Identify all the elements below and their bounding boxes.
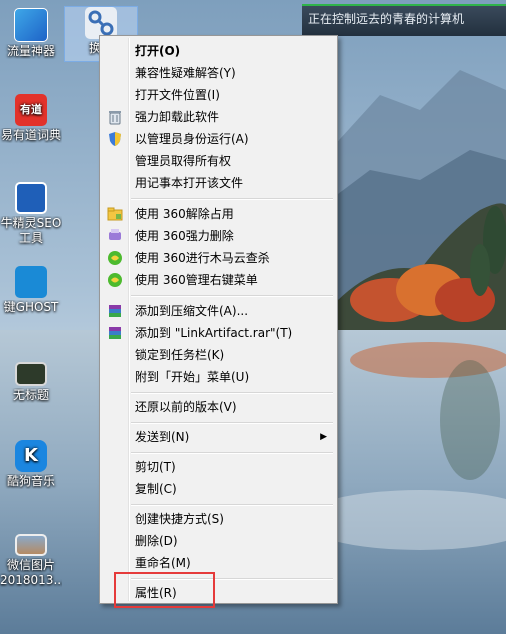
menu-item-label: 删除(D) xyxy=(135,534,178,548)
menu-item-label: 锁定到任务栏(K) xyxy=(135,348,225,362)
menu-item-compatibility[interactable]: 兼容性疑难解答(Y) xyxy=(102,62,335,84)
youdao-dict-icon: 有道 xyxy=(15,94,47,126)
context-menu: 打开(O) 兼容性疑难解答(Y) 打开文件位置(I) 强力卸载此软件 以管理员身… xyxy=(99,35,338,604)
ghost-icon xyxy=(15,266,47,298)
menu-item-label: 管理员取得所有权 xyxy=(135,154,232,168)
menu-item-add-to-archive[interactable]: 添加到压缩文件(A)... xyxy=(102,300,335,322)
desktop-icon-traffic-tool[interactable]: 流量神器 xyxy=(0,8,62,59)
menu-item-label: 打开文件位置(I) xyxy=(135,88,220,102)
360-security-icon xyxy=(108,251,122,265)
kugou-music-icon: K xyxy=(15,440,47,472)
desktop-icon-youdao[interactable]: 有道 易有道词典 xyxy=(0,94,62,143)
desktop-icon-label: 微信图片 xyxy=(6,558,55,572)
menu-item-360-manage-menu[interactable]: 使用 360管理右键菜单 xyxy=(102,269,335,291)
menu-item-pin-taskbar[interactable]: 锁定到任务栏(K) xyxy=(102,344,335,366)
menu-item-label: 发送到(N) xyxy=(135,430,190,444)
menu-item-rename[interactable]: 重命名(M) xyxy=(102,552,335,574)
menu-item-copy[interactable]: 复制(C) xyxy=(102,478,335,500)
menu-item-label: 使用 360管理右键菜单 xyxy=(135,273,258,287)
desktop-icon-label: 无标题 xyxy=(12,388,49,402)
menu-item-label: 附到「开始」菜单(U) xyxy=(135,370,250,384)
seo-tool-icon xyxy=(15,182,47,214)
360-security-icon xyxy=(108,273,122,287)
menu-item-label: 添加到 "LinkArtifact.rar"(T) xyxy=(135,326,293,340)
menu-item-label: 使用 360强力删除 xyxy=(135,229,234,243)
menu-item-360-force-delete[interactable]: 使用 360强力删除 xyxy=(102,225,335,247)
menu-item-pin-start[interactable]: 附到「开始」菜单(U) xyxy=(102,366,335,388)
menu-item-360-trojan-scan[interactable]: 使用 360进行木马云查杀 xyxy=(102,247,335,269)
menu-item-label: 重命名(M) xyxy=(135,556,191,570)
menu-separator xyxy=(131,578,333,580)
desktop-icon-untitled[interactable]: 无标题 xyxy=(0,358,62,403)
menu-separator xyxy=(131,392,333,394)
folder-lock-icon xyxy=(107,207,123,221)
menu-item-360-unlock[interactable]: 使用 360解除占用 xyxy=(102,203,335,225)
menu-item-label: 复制(C) xyxy=(135,482,177,496)
shredder-icon xyxy=(109,229,121,240)
menu-item-properties[interactable]: 属性(R) xyxy=(102,582,335,604)
video-file-icon xyxy=(15,362,47,386)
menu-item-label: 用记事本打开该文件 xyxy=(135,176,244,190)
desktop-icon-label: 2018013... xyxy=(0,573,62,587)
menu-item-take-ownership[interactable]: 管理员取得所有权 xyxy=(102,150,335,172)
uac-shield-icon xyxy=(109,132,121,146)
menu-item-label: 添加到压缩文件(A)... xyxy=(135,304,249,318)
notification-text: 正在控制远去的青春的计算机 xyxy=(308,12,465,26)
winrar-icon xyxy=(109,327,121,339)
menu-separator xyxy=(131,198,333,200)
desktop-icon-label: 酷狗音乐 xyxy=(6,474,55,488)
menu-item-restore-previous[interactable]: 还原以前的版本(V) xyxy=(102,396,335,418)
desktop-icon-label: 键GHOST xyxy=(3,300,59,314)
desktop-icon-label: 易有道词典 xyxy=(0,128,61,142)
menu-separator xyxy=(131,422,333,424)
image-file-icon xyxy=(15,534,47,556)
desktop-icon-ghost[interactable]: 键GHOST xyxy=(0,266,62,315)
submenu-arrow-icon: ▶ xyxy=(320,432,327,442)
menu-item-send-to[interactable]: 发送到(N) ▶ xyxy=(102,426,335,448)
menu-separator xyxy=(131,504,333,506)
desktop-icon-kugou[interactable]: K 酷狗音乐 xyxy=(0,440,62,489)
winrar-icon xyxy=(109,305,121,317)
menu-item-label: 属性(R) xyxy=(135,586,177,600)
remote-control-notification: 正在控制远去的青春的计算机 xyxy=(302,4,506,36)
menu-item-label: 还原以前的版本(V) xyxy=(135,400,237,414)
menu-item-delete[interactable]: 删除(D) xyxy=(102,530,335,552)
desktop-icon-wechat-image[interactable]: 微信图片 2018013... xyxy=(0,534,62,588)
traffic-tool-icon xyxy=(14,8,48,42)
menu-item-label: 使用 360进行木马云查杀 xyxy=(135,251,270,265)
menu-item-label: 剪切(T) xyxy=(135,460,176,474)
desktop-icon-label: 工具 xyxy=(18,231,43,245)
menu-separator xyxy=(131,452,333,454)
menu-item-label: 创建快捷方式(S) xyxy=(135,512,224,526)
trash-icon xyxy=(109,111,121,125)
menu-item-open-location[interactable]: 打开文件位置(I) xyxy=(102,84,335,106)
menu-item-add-to-rar[interactable]: 添加到 "LinkArtifact.rar"(T) xyxy=(102,322,335,344)
menu-item-label: 兼容性疑难解答(Y) xyxy=(135,66,236,80)
desktop-icon-label: 流量神器 xyxy=(6,44,55,58)
menu-item-label: 打开(O) xyxy=(135,44,181,58)
menu-item-label: 使用 360解除占用 xyxy=(135,207,234,221)
menu-item-force-uninstall[interactable]: 强力卸载此软件 xyxy=(102,106,335,128)
menu-item-run-as-admin[interactable]: 以管理员身份运行(A) xyxy=(102,128,335,150)
desktop-icon-seo-tool[interactable]: 牛精灵SEO 工具 xyxy=(0,182,62,246)
menu-item-open-with-notepad[interactable]: 用记事本打开该文件 xyxy=(102,172,335,194)
menu-item-label: 强力卸载此软件 xyxy=(135,110,220,124)
menu-item-open[interactable]: 打开(O) xyxy=(102,40,335,62)
menu-separator xyxy=(131,295,333,297)
desktop-icon-label: 牛精灵SEO xyxy=(0,216,62,230)
menu-item-cut[interactable]: 剪切(T) xyxy=(102,456,335,478)
menu-item-create-shortcut[interactable]: 创建快捷方式(S) xyxy=(102,508,335,530)
menu-item-label: 以管理员身份运行(A) xyxy=(135,132,249,146)
